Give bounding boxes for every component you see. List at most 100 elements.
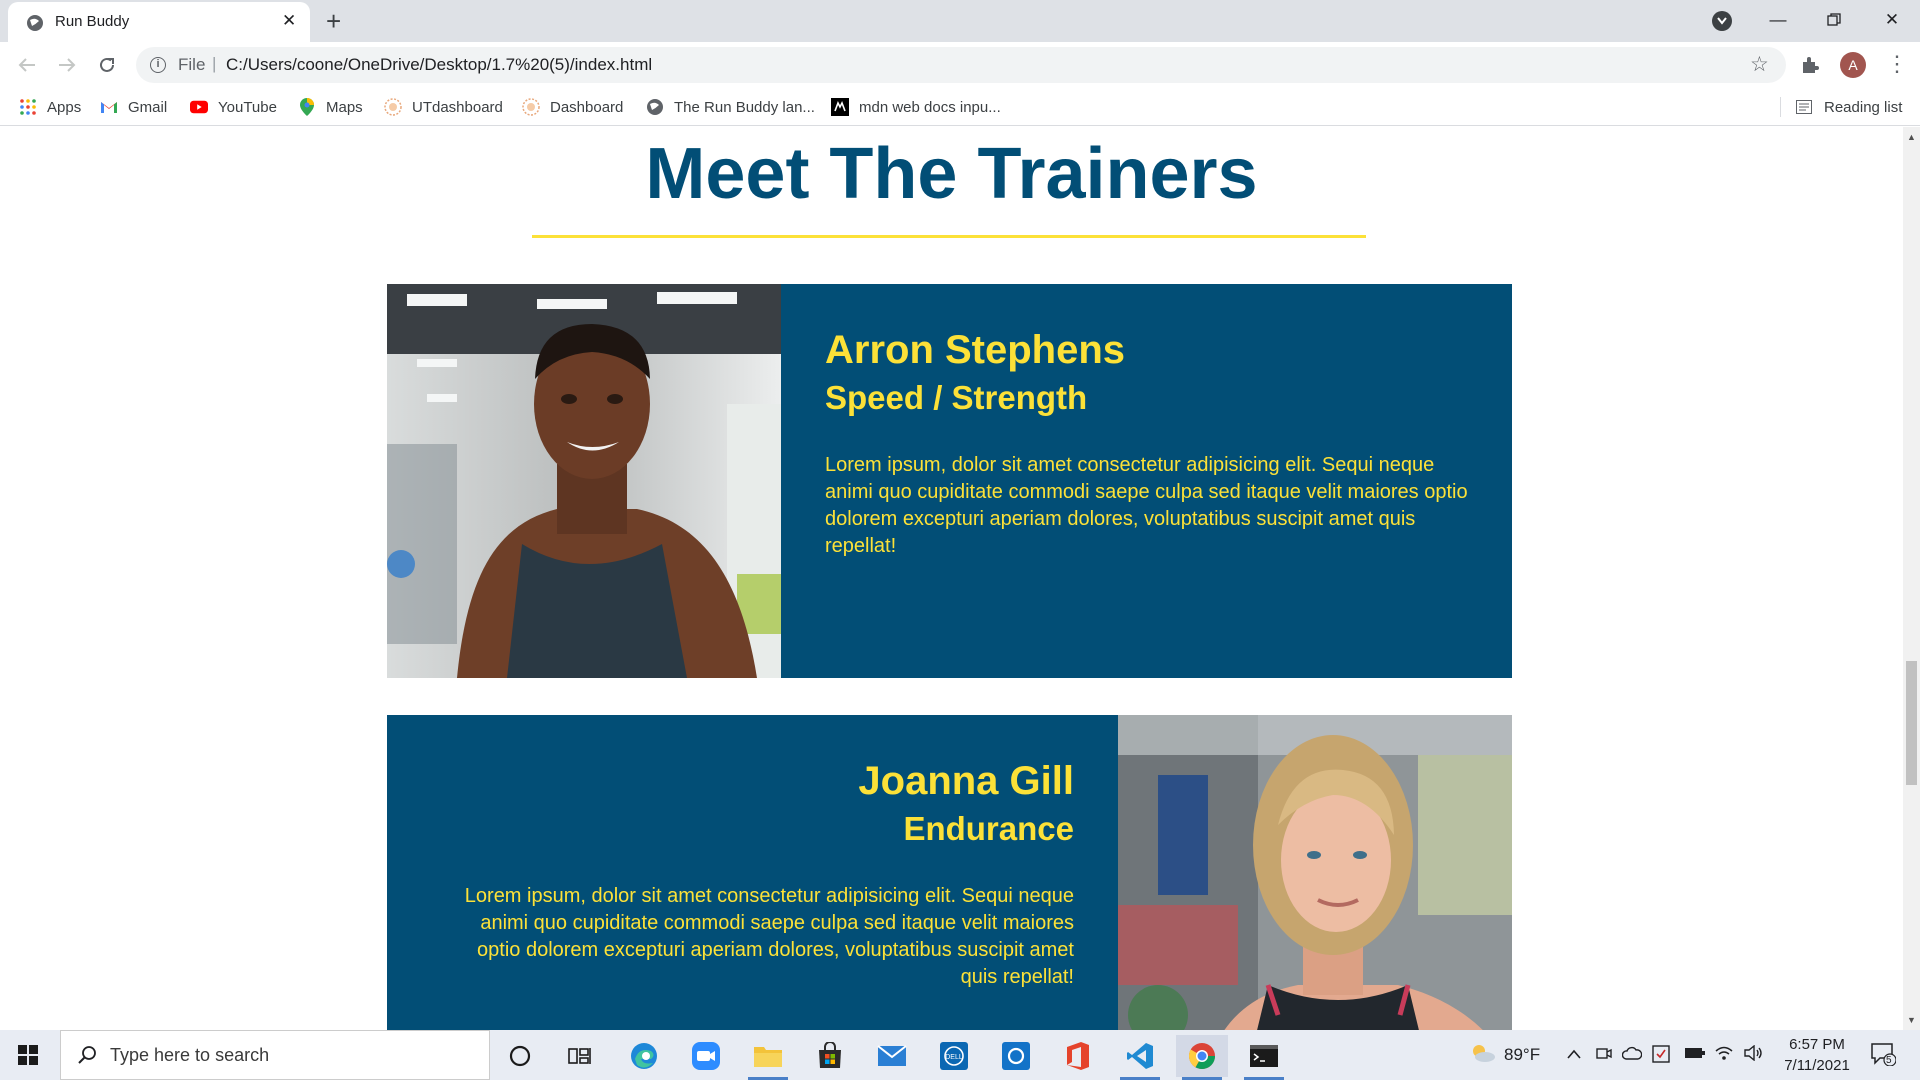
tab-strip: Run Buddy ✕ + — ✕ [0, 0, 1920, 42]
forward-button[interactable] [52, 50, 82, 80]
apps-grid-icon [19, 98, 37, 116]
section-title: Meet The Trainers [645, 134, 1258, 214]
extensions-icon[interactable] [1800, 55, 1820, 80]
browser-tab[interactable]: Run Buddy ✕ [8, 2, 310, 42]
windows-taskbar: Type here to search DELL 89°F 6:57 PM 7/… [0, 1030, 1920, 1080]
bookmark-utdashboard[interactable]: UTdashboard [384, 96, 503, 118]
bookmark-label: Maps [326, 98, 363, 116]
ut-icon [522, 98, 540, 116]
weather-icon[interactable] [1470, 1043, 1496, 1068]
browser-toolbar: i File | C:/Users/coone/OneDrive/Desktop… [0, 42, 1920, 88]
system-clock[interactable]: 6:57 PM 7/11/2021 [1776, 1034, 1858, 1076]
bookmark-label: The Run Buddy lan... [674, 98, 815, 116]
maps-pin-icon [298, 98, 316, 116]
globe-icon [26, 14, 44, 32]
reading-list-icon [1796, 98, 1814, 116]
bookmark-dashboard[interactable]: Dashboard [522, 96, 623, 118]
bookmark-label: UTdashboard [412, 98, 503, 116]
bookmark-label: Gmail [128, 98, 168, 116]
bookmark-label: YouTube [218, 98, 277, 116]
bookmark-mdn[interactable]: mdn web docs inpu... [831, 96, 1001, 118]
reload-button[interactable] [92, 50, 122, 80]
mail-icon[interactable] [866, 1035, 918, 1077]
bookmark-star-icon[interactable]: ☆ [1750, 52, 1769, 77]
url-text[interactable]: C:/Users/coone/OneDrive/Desktop/1.7%20(5… [226, 55, 652, 75]
page-viewport: Meet The Trainers Arron Stephens Speed /… [0, 127, 1903, 1030]
task-view-icon[interactable] [554, 1035, 606, 1077]
office-icon[interactable] [1052, 1035, 1104, 1077]
trainer-role: Endurance [903, 810, 1074, 847]
profile-avatar[interactable]: A [1840, 52, 1866, 78]
windows-start-icon[interactable] [18, 1045, 38, 1070]
browser-menu-icon[interactable]: ⋮ [1886, 50, 1908, 78]
search-placeholder: Type here to search [110, 1045, 270, 1065]
trainer-card: Joanna Gill Endurance Lorem ipsum, dolor… [387, 715, 1512, 1030]
bookmark-youtube[interactable]: YouTube [190, 96, 277, 118]
edge-icon[interactable] [618, 1035, 670, 1077]
cortana-icon[interactable] [494, 1035, 546, 1077]
trainer-name: Joanna Gill [858, 759, 1074, 803]
trainer-photo [1118, 715, 1512, 1030]
notification-count: 5 [1886, 1055, 1892, 1066]
ut-icon [384, 98, 402, 116]
title-underline [532, 235, 1366, 238]
dell-icon[interactable]: DELL [928, 1035, 980, 1077]
bookmark-run-buddy[interactable]: The Run Buddy lan... [646, 96, 815, 118]
mdn-icon [831, 98, 849, 116]
trainer-bio: Lorem ipsum, dolor sit amet consectetur … [825, 454, 1468, 557]
tab-search-button[interactable] [1712, 11, 1732, 31]
file-explorer-icon[interactable] [742, 1035, 794, 1080]
bookmark-label: Dashboard [550, 98, 624, 116]
battery-icon[interactable] [1684, 1045, 1706, 1065]
trainer-bio: Lorem ipsum, dolor sit amet consectetur … [464, 885, 1074, 988]
taskbar-search-box[interactable]: Type here to search [60, 1030, 490, 1080]
page-scrollbar[interactable]: ▲ ▼ [1903, 127, 1920, 1030]
bookmarks-bar: Apps Gmail YouTube Maps UTdashboard Dash… [0, 88, 1920, 126]
close-tab-icon[interactable]: ✕ [282, 11, 296, 31]
minimize-button[interactable]: — [1750, 4, 1806, 36]
restore-button[interactable] [1806, 4, 1862, 36]
temperature-text: 89°F [1504, 1045, 1541, 1064]
dell-update-icon[interactable] [1652, 1045, 1670, 1068]
bookmark-apps[interactable]: Apps [19, 96, 81, 118]
new-tab-button[interactable]: + [326, 6, 341, 37]
support-assist-icon[interactable] [990, 1035, 1042, 1077]
zoom-icon[interactable] [680, 1035, 732, 1077]
trainer-info: Joanna Gill Endurance Lorem ipsum, dolor… [387, 715, 1118, 1030]
volume-icon[interactable] [1744, 1044, 1764, 1066]
reading-list-label: Reading list [1824, 98, 1903, 116]
meet-now-icon[interactable] [1596, 1045, 1612, 1066]
youtube-icon [190, 98, 208, 116]
chevron-up-icon[interactable] [1566, 1045, 1582, 1065]
trainer-name: Arron Stephens [825, 328, 1126, 372]
info-icon[interactable]: i [150, 57, 166, 73]
globe-icon [646, 98, 664, 116]
clock-time: 6:57 PM [1789, 1036, 1845, 1053]
scroll-down-arrow-icon[interactable]: ▼ [1907, 1015, 1916, 1025]
trainer-photo [387, 284, 781, 678]
microsoft-store-icon[interactable] [804, 1035, 856, 1077]
back-button[interactable] [12, 50, 42, 80]
scroll-up-arrow-icon[interactable]: ▲ [1907, 132, 1916, 142]
vscode-icon[interactable] [1114, 1035, 1166, 1080]
trainer-card: Arron Stephens Speed / Strength Lorem ip… [387, 284, 1512, 678]
trainer-role: Speed / Strength [825, 379, 1088, 416]
notifications-icon[interactable] [1870, 1042, 1897, 1071]
reading-list-button[interactable]: Reading list [1796, 96, 1902, 118]
wifi-icon[interactable] [1714, 1045, 1734, 1066]
chrome-icon[interactable] [1176, 1035, 1228, 1080]
search-icon [77, 1045, 97, 1070]
trainer-info: Arron Stephens Speed / Strength Lorem ip… [781, 284, 1512, 678]
bookmark-gmail[interactable]: Gmail [100, 96, 167, 118]
clock-date: 7/11/2021 [1784, 1057, 1850, 1074]
url-separator: | [212, 54, 217, 73]
bookmark-maps[interactable]: Maps [298, 96, 363, 118]
bookmark-label: mdn web docs inpu... [859, 98, 1001, 116]
address-bar[interactable]: i File | C:/Users/coone/OneDrive/Desktop… [136, 47, 1786, 83]
onedrive-icon[interactable] [1621, 1045, 1643, 1065]
terminal-icon[interactable] [1238, 1035, 1290, 1080]
scroll-thumb[interactable] [1906, 661, 1917, 785]
close-window-button[interactable]: ✕ [1864, 4, 1920, 36]
gmail-icon [100, 98, 118, 116]
url-scheme: File [178, 55, 206, 74]
